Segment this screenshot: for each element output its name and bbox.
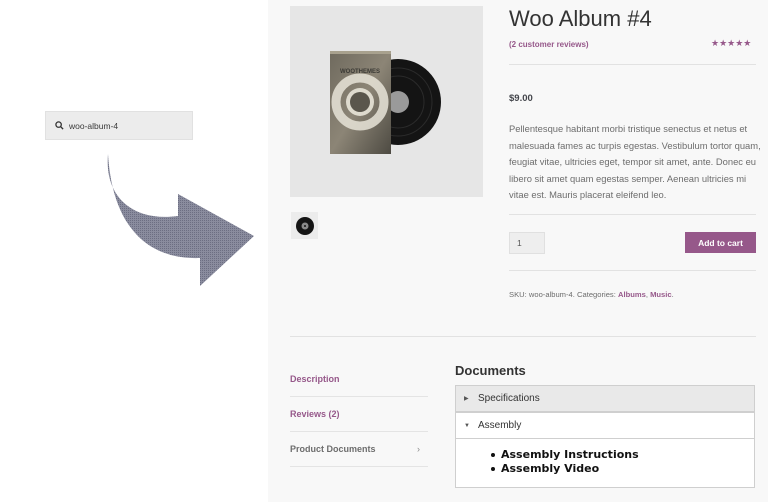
divider [509, 214, 756, 215]
tab-label: Description [290, 374, 340, 384]
record-thumbnail-icon [295, 216, 314, 235]
add-to-cart-button[interactable]: Add to cart [685, 232, 756, 253]
sku-value: woo-album-4. [528, 290, 575, 299]
accordion-specifications[interactable]: ▶ Specifications [455, 385, 755, 412]
category-link-albums[interactable]: Albums [618, 290, 646, 299]
product-thumbnail[interactable] [291, 212, 318, 239]
product-price: $9.00 [509, 93, 533, 104]
tab-reviews[interactable]: Reviews (2) [290, 397, 428, 432]
product-title: Woo Album #4 [509, 6, 652, 31]
accordion-assembly[interactable]: ▼ Assembly Assembly Instructions Assembl… [455, 412, 755, 488]
document-link-assembly-instructions[interactable]: Assembly Instructions [491, 448, 639, 462]
product-description: Pellentesque habitant morbi tristique se… [509, 123, 761, 200]
quantity-input[interactable]: 1 [509, 232, 545, 254]
divider [509, 270, 756, 271]
search-icon [55, 121, 64, 130]
accordion-header[interactable]: ▼ Assembly [456, 413, 754, 438]
search-input[interactable]: woo-album-4 [45, 111, 193, 140]
customer-reviews-link[interactable]: (2 customer reviews) [509, 40, 589, 49]
category-link-music[interactable]: Music [650, 290, 672, 299]
document-link-assembly-video[interactable]: Assembly Video [491, 462, 639, 476]
tab-label: Reviews (2) [290, 409, 340, 419]
meta-end: . [671, 290, 674, 299]
section-divider [290, 336, 756, 337]
search-input-value: woo-album-4 [69, 120, 119, 131]
category-separator: , [645, 290, 648, 299]
chevron-right-icon: › [417, 444, 420, 454]
divider [509, 64, 756, 65]
sku-label: SKU: [509, 290, 527, 299]
accordion-header[interactable]: ▶ Specifications [456, 386, 754, 411]
tab-label: Product Documents [290, 444, 376, 454]
accordion-label: Assembly [478, 420, 522, 431]
accordion-label: Specifications [478, 393, 540, 404]
tab-description[interactable]: Description [290, 362, 428, 397]
collapsed-triangle-icon: ▶ [464, 396, 469, 402]
curved-arrow-icon [107, 154, 254, 286]
product-meta: SKU: woo-album-4. Categories: Albums, Mu… [509, 290, 674, 299]
categories-label: Categories: [577, 290, 616, 299]
rating-stars: ★★★★★ [711, 38, 752, 48]
document-list: Assembly Instructions Assembly Video [491, 448, 639, 476]
tab-product-documents[interactable]: Product Documents › [290, 432, 428, 467]
album-cover-image: WOOTHEMES [290, 6, 483, 197]
accordion-content: Assembly Instructions Assembly Video [456, 438, 754, 487]
documents-heading: Documents [455, 363, 526, 378]
album-ring-text: WOOTHEMES [340, 69, 380, 75]
expanded-triangle-icon: ▼ [464, 422, 470, 429]
product-image[interactable]: WOOTHEMES [290, 6, 483, 197]
